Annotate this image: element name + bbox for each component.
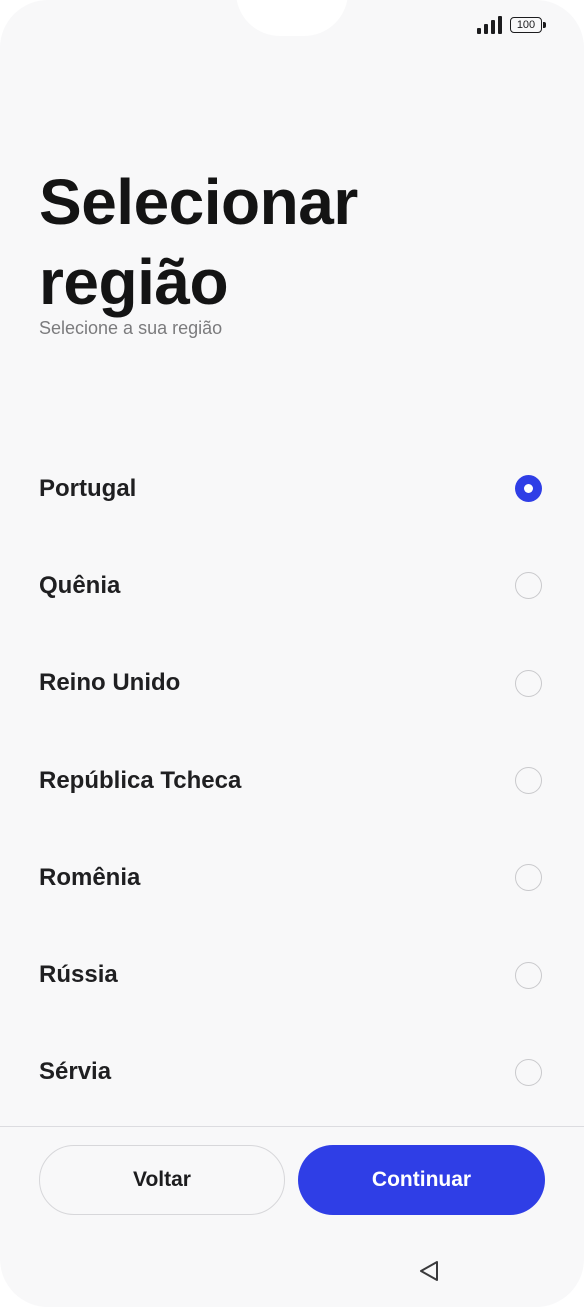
region-item-reino-unido[interactable]: Reino Unido: [0, 635, 584, 732]
radio-button[interactable]: [515, 864, 542, 892]
battery-level: 100: [516, 19, 536, 31]
footer-divider: [0, 1126, 584, 1127]
page-subtitle: Selecione a sua região: [39, 318, 223, 338]
region-label: Romênia: [39, 863, 141, 891]
radio-button[interactable]: [515, 961, 542, 989]
screen: 100 Selecionar região Selecione a sua re…: [0, 0, 584, 1307]
camera-notch: [236, 0, 348, 36]
radio-button[interactable]: [515, 572, 542, 600]
region-label: Quênia: [39, 571, 121, 599]
battery-icon: 100: [510, 17, 546, 33]
region-label: República Tcheca: [39, 766, 242, 794]
radio-button[interactable]: [515, 767, 542, 795]
page-title: Selecionar região: [39, 162, 358, 322]
region-item-quenia[interactable]: Quênia: [0, 537, 584, 634]
radio-button-selected[interactable]: [515, 475, 542, 503]
region-label: Reino Unido: [39, 669, 181, 697]
region-item-romenia[interactable]: Romênia: [0, 829, 584, 926]
signal-icon: [477, 16, 502, 34]
triangle-back-icon[interactable]: [416, 1258, 442, 1284]
status-bar: 100: [477, 14, 546, 36]
page-title-line-1: Selecionar: [39, 166, 358, 238]
region-item-republica-tcheca[interactable]: República Tcheca: [0, 732, 584, 829]
region-item-russia[interactable]: Rússia: [0, 926, 584, 1023]
radio-button[interactable]: [515, 669, 542, 697]
region-list: Portugal Quênia Reino Unido República Tc…: [0, 440, 584, 1121]
radio-dot: [524, 484, 533, 494]
region-label: Portugal: [39, 474, 137, 502]
back-button[interactable]: Voltar: [39, 1145, 285, 1215]
continue-button[interactable]: Continuar: [298, 1145, 545, 1215]
page-title-line-2: região: [39, 246, 229, 318]
region-label: Sérvia: [39, 1058, 112, 1086]
region-item-servia[interactable]: Sérvia: [0, 1024, 584, 1121]
region-item-portugal[interactable]: Portugal: [0, 440, 584, 537]
region-label: Rússia: [39, 961, 118, 989]
radio-button[interactable]: [515, 1058, 542, 1086]
